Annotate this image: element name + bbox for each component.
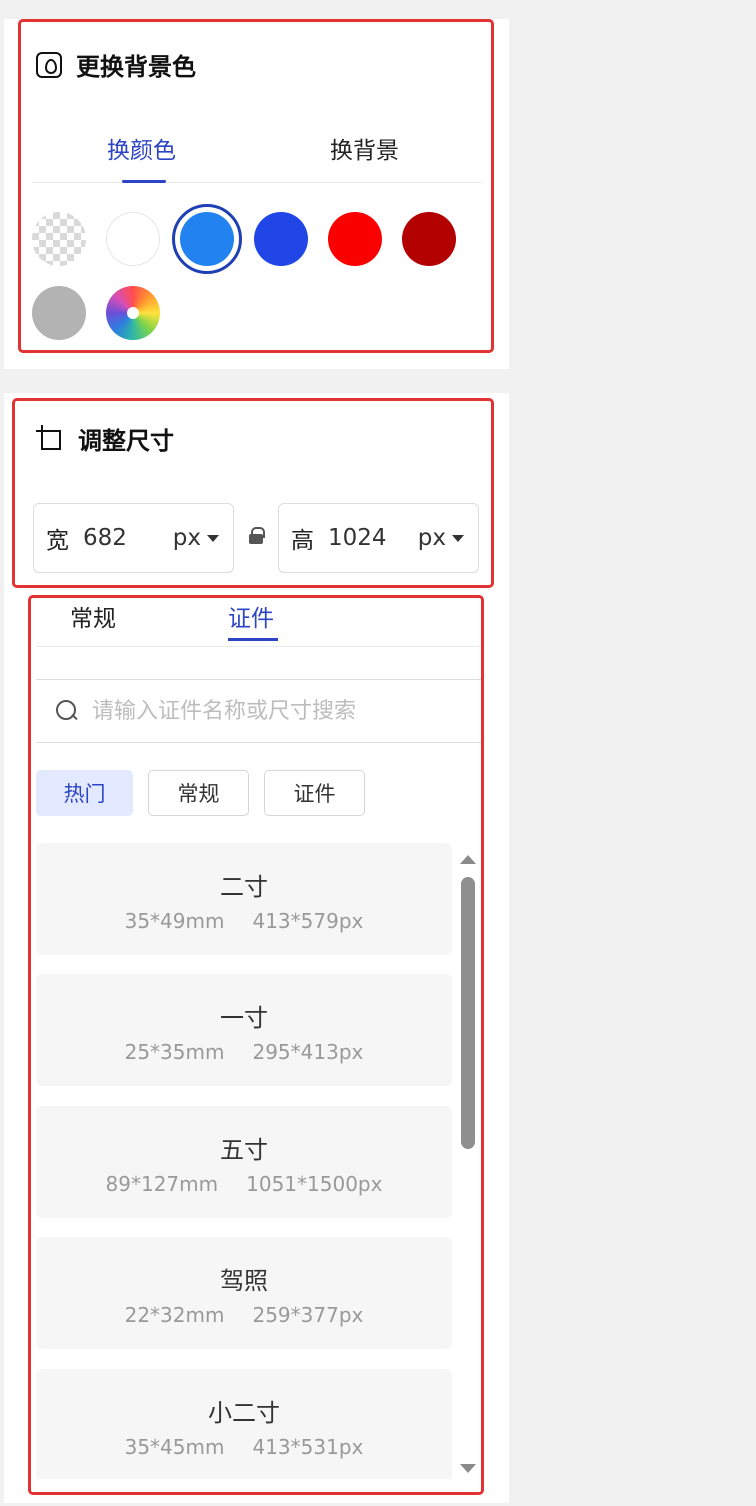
crop-icon: [36, 424, 64, 453]
size-name: 小二寸: [208, 1399, 280, 1427]
size-mm: 25*35mm: [124, 1040, 225, 1064]
swatch-dark-red[interactable]: [402, 212, 456, 266]
size-mm: 35*49mm: [124, 909, 225, 933]
size-name: 一寸: [220, 1004, 268, 1032]
caret-down-icon: [207, 534, 219, 542]
height-field[interactable]: 高 1024 px: [278, 503, 479, 573]
chip-id-photo[interactable]: 证件: [264, 770, 365, 816]
width-unit: px: [172, 525, 201, 551]
scrollbar-thumb[interactable]: [461, 877, 475, 1149]
height-label: 高: [291, 528, 314, 554]
size-spec: 25*35mm 295*413px: [36, 1040, 452, 1064]
size-px: 295*413px: [252, 1040, 364, 1064]
tab-regular-label: 常规: [70, 606, 116, 632]
color-wheel-icon[interactable]: [106, 286, 160, 340]
size-list: 二寸 35*49mm 413*579px 一寸 25*35mm 295*413px …: [36, 843, 456, 1479]
swatch-red[interactable]: [328, 212, 382, 266]
scroll-up-arrow-icon[interactable]: [460, 855, 476, 864]
bg-section-header: 更换背景色: [36, 47, 196, 82]
swatch-light-blue-selected[interactable]: [172, 204, 242, 274]
size-section-title: 调整尺寸: [78, 427, 174, 455]
width-unit-dropdown[interactable]: px: [173, 525, 219, 551]
swatch-light-blue-fill: [180, 212, 234, 266]
swatch-gray[interactable]: [32, 286, 86, 340]
resize-panel: 调整尺寸 宽 682 px 高 1024 px 常规 证件 热门 常规: [4, 393, 509, 1503]
height-unit-dropdown[interactable]: px: [418, 525, 464, 551]
list-item[interactable]: 小二寸 35*45mm 413*531px: [36, 1369, 452, 1479]
size-px: 259*377px: [252, 1303, 364, 1327]
height-value[interactable]: 1024: [328, 525, 387, 551]
size-mm: 22*32mm: [124, 1303, 225, 1327]
size-spec: 22*32mm 259*377px: [36, 1303, 452, 1327]
size-mm: 89*127mm: [105, 1172, 219, 1196]
search-input[interactable]: [92, 698, 432, 724]
lock-icon[interactable]: [248, 527, 265, 545]
width-value[interactable]: 682: [83, 525, 127, 551]
tab-active-indicator: [228, 638, 278, 641]
size-name: 二寸: [220, 873, 268, 901]
swatch-transparent[interactable]: [32, 212, 86, 266]
size-name: 驾照: [220, 1267, 268, 1295]
color-drop-icon: [36, 51, 62, 78]
scroll-down-arrow-icon[interactable]: [460, 1464, 476, 1473]
tab-active-indicator: [122, 180, 166, 183]
size-px: 1051*1500px: [246, 1172, 383, 1196]
size-spec: 89*127mm 1051*1500px: [36, 1172, 452, 1196]
size-px: 413*579px: [252, 909, 364, 933]
tab-id-photo-label: 证件: [228, 606, 274, 632]
chip-regular[interactable]: 常规: [148, 770, 249, 816]
bg-tabs: 换颜色 换背景: [32, 127, 482, 183]
size-px: 413*531px: [252, 1435, 364, 1459]
search-icon: [56, 700, 78, 722]
tab-change-color-label: 换颜色: [107, 138, 176, 164]
tab-change-background[interactable]: 换背景: [330, 131, 399, 165]
swatch-blue[interactable]: [254, 212, 308, 266]
size-spec: 35*49mm 413*579px: [36, 909, 452, 933]
size-spec: 35*45mm 413*531px: [36, 1435, 452, 1459]
list-scrollbar[interactable]: [456, 845, 480, 1481]
width-label: 宽: [46, 528, 69, 554]
tab-id-photo[interactable]: 证件: [228, 599, 278, 641]
chip-hot[interactable]: 热门: [36, 770, 133, 816]
chip-regular-label: 常规: [177, 782, 220, 806]
bg-section-title: 更换背景色: [76, 53, 196, 81]
tab-change-color[interactable]: 换颜色: [107, 131, 176, 183]
chip-id-photo-label: 证件: [293, 782, 336, 806]
list-item[interactable]: 一寸 25*35mm 295*413px: [36, 974, 452, 1086]
tab-regular[interactable]: 常规: [70, 599, 116, 633]
width-field[interactable]: 宽 682 px: [33, 503, 234, 573]
swatch-white[interactable]: [106, 212, 160, 266]
size-mm: 35*45mm: [124, 1435, 225, 1459]
height-unit: px: [417, 525, 446, 551]
list-item[interactable]: 二寸 35*49mm 413*579px: [36, 843, 452, 955]
chip-hot-label: 热门: [63, 782, 106, 806]
list-item[interactable]: 五寸 89*127mm 1051*1500px: [36, 1106, 452, 1218]
caret-down-icon: [452, 534, 464, 542]
size-section-header: 调整尺寸: [36, 421, 174, 456]
size-name: 五寸: [220, 1136, 268, 1164]
size-search: [36, 679, 482, 743]
tab-change-background-label: 换背景: [330, 138, 399, 164]
list-item[interactable]: 驾照 22*32mm 259*377px: [36, 1237, 452, 1349]
size-tabs: 常规 证件: [36, 593, 482, 647]
background-color-panel: 更换背景色 换颜色 换背景: [4, 19, 509, 369]
